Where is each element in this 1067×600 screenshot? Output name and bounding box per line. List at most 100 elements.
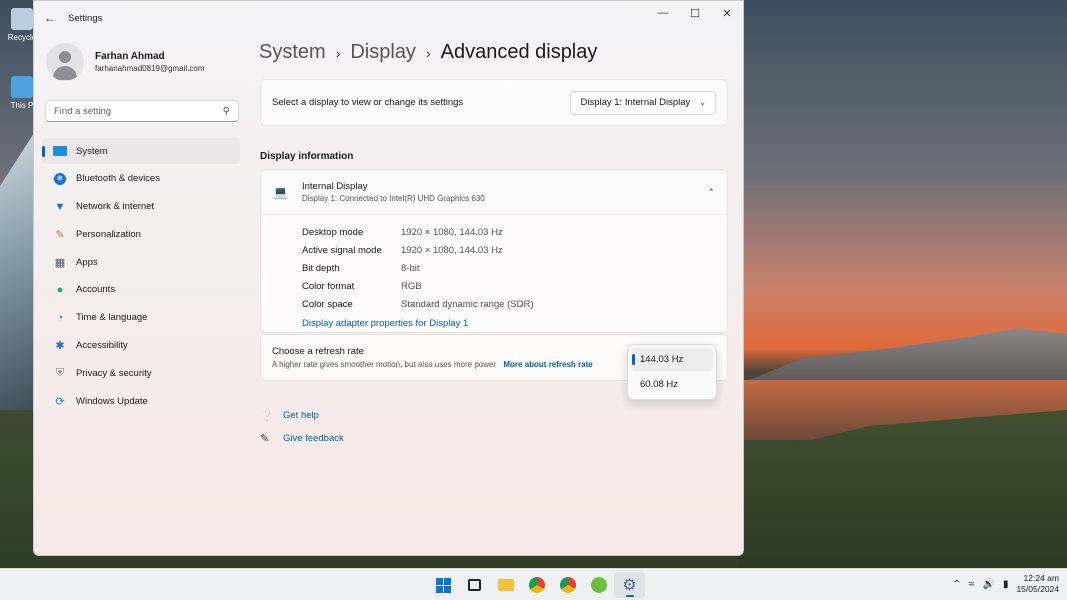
chevron-up-icon[interactable]: ⌃ — [953, 579, 961, 590]
sidebar-item-label: Apps — [76, 256, 98, 268]
sidebar-item-personalization[interactable]: ✎ Personalization — [42, 221, 240, 247]
chevron-up-icon[interactable]: ⌃ — [707, 187, 715, 198]
display-info-rows: Desktop mode 1920 × 1080, 144.03 Hz Acti… — [261, 215, 727, 331]
task-view-button[interactable] — [459, 572, 490, 598]
display-adapter-link[interactable]: Display adapter properties for Display 1 — [302, 318, 468, 329]
monitor-icon — [53, 144, 67, 158]
profile-email: farhanahmad0819@gmail.com — [95, 64, 205, 73]
desktop-icon-label: Recycle — [7, 33, 37, 42]
chrome-icon — [559, 577, 576, 593]
bluetooth-icon: ❄ — [53, 172, 67, 186]
person-icon: ● — [56, 283, 64, 296]
info-value: Standard dynamic range (SDR) — [401, 298, 534, 310]
info-value: RGB — [401, 280, 422, 292]
wifi-icon[interactable]: ≈ — [969, 579, 975, 590]
chrome-icon — [528, 577, 545, 593]
chevron-down-icon: ⌄ — [699, 98, 706, 107]
chevron-right-icon: › — [335, 45, 341, 61]
clock-date: 15/05/2024 — [1016, 584, 1059, 594]
feedback-icon: ✎ — [260, 433, 270, 445]
taskbar: ⚙ ⌃ ≈ 🔊 ▮ 12:24 am 15/05/2024 — [0, 568, 1067, 600]
maximize-icon: ☐ — [690, 7, 700, 20]
device-connection: Display 1: Connected to Intel(R) UHD Gra… — [302, 194, 485, 203]
sidebar-item-label: Windows Update — [76, 395, 148, 407]
breadcrumb-system[interactable]: System — [259, 41, 326, 64]
settings-taskbar-button[interactable]: ⚙ — [614, 572, 645, 598]
info-row: Active signal mode 1920 × 1080, 144.03 H… — [302, 241, 727, 259]
volume-icon[interactable]: 🔊 — [982, 579, 994, 590]
search-icon[interactable]: ⚲ — [223, 106, 230, 117]
taskbar-apps: ⚙ — [428, 572, 645, 598]
display-select-card: Select a display to view or change its s… — [260, 79, 728, 126]
sidebar-item-apps[interactable]: ▦ Apps — [42, 249, 240, 275]
info-value: 8-bit — [401, 262, 420, 274]
more-about-refresh-rate-link[interactable]: More about refresh rate — [503, 360, 592, 369]
sidebar-item-label: Network & internet — [76, 201, 155, 213]
clock-time: 12:24 am — [1023, 573, 1059, 583]
settings-window: ← Settings — ☐ ✕ Farhan Ahmad farhanahma… — [33, 0, 744, 556]
sidebar-item-time-language[interactable]: ◔ Time & language — [42, 305, 240, 331]
search-input[interactable] — [54, 105, 223, 117]
refresh-rate-option[interactable]: 60.08 Hz — [631, 373, 713, 396]
maximize-button[interactable]: ☐ — [679, 1, 711, 25]
info-key: Color space — [302, 298, 353, 310]
sidebar-item-bluetooth[interactable]: ❄ Bluetooth & devices — [42, 166, 240, 192]
system-tray: ⌃ ≈ 🔊 ▮ 12:24 am 15/05/2024 — [953, 573, 1059, 595]
close-button[interactable]: ✕ — [711, 1, 743, 25]
window-title: Settings — [68, 12, 103, 24]
chrome-button[interactable] — [521, 572, 552, 598]
give-feedback-link[interactable]: ✎ Give feedback — [260, 427, 344, 450]
sidebar-item-label: Bluetooth & devices — [76, 173, 160, 185]
utorrent-icon — [590, 577, 607, 593]
accessibility-icon: ✱ — [55, 340, 65, 353]
breadcrumb-display[interactable]: Display — [350, 41, 416, 64]
user-profile[interactable]: Farhan Ahmad farhanahmad0819@gmail.com — [46, 43, 205, 81]
minimize-icon: — — [657, 7, 669, 19]
sidebar-item-label: Time & language — [76, 312, 148, 324]
minimize-button[interactable]: — — [647, 1, 679, 25]
sidebar-item-system[interactable]: System — [42, 138, 240, 164]
info-key: Bit depth — [302, 262, 340, 274]
page-title: Advanced display — [440, 41, 598, 63]
display-info-header[interactable]: 💻 Internal Display Display 1: Connected … — [261, 170, 727, 215]
chrome-button-2[interactable] — [552, 572, 583, 598]
info-row: Color format RGB — [302, 277, 727, 295]
sidebar-item-accessibility[interactable]: ✱ Accessibility — [42, 333, 240, 359]
title-bar: ← Settings — ☐ ✕ — [34, 1, 743, 35]
computer-icon — [11, 76, 33, 98]
refresh-rate-option[interactable]: 144.03 Hz — [631, 348, 713, 371]
breadcrumb: System › Display › Advanced display — [259, 41, 597, 64]
info-row: Color space Standard dynamic range (SDR) — [302, 295, 727, 313]
get-help-label: Get help — [283, 410, 319, 421]
info-key: Active signal mode — [302, 244, 382, 256]
wallpaper-mountain-right — [737, 328, 1067, 385]
laptop-icon: 💻 — [273, 185, 288, 199]
sidebar-item-label: Privacy & security — [76, 367, 152, 379]
clock[interactable]: 12:24 am 15/05/2024 — [1016, 573, 1059, 595]
info-value: 1920 × 1080, 144.03 Hz — [401, 226, 503, 238]
sidebar-item-network[interactable]: ▼ Network & internet — [42, 194, 240, 220]
folder-icon — [497, 579, 514, 591]
update-icon: ⟳ — [55, 395, 65, 408]
apps-icon: ▦ — [54, 256, 66, 269]
brush-icon: ✎ — [55, 228, 65, 241]
avatar — [46, 43, 84, 81]
display-dropdown[interactable]: Display 1: Internal Display ⌄ — [570, 90, 716, 115]
windows-logo-icon — [436, 577, 451, 593]
start-button[interactable] — [428, 572, 459, 598]
sidebar-item-privacy[interactable]: ⛨ Privacy & security — [42, 360, 240, 386]
back-button[interactable]: ← — [34, 1, 66, 35]
file-explorer-button[interactable] — [490, 572, 521, 598]
utorrent-button[interactable] — [583, 572, 614, 598]
battery-icon[interactable]: ▮ — [1003, 579, 1009, 590]
info-row: Desktop mode 1920 × 1080, 144.03 Hz — [302, 223, 727, 241]
sidebar-item-accounts[interactable]: ● Accounts — [42, 277, 240, 303]
sidebar-item-label: System — [76, 145, 108, 157]
info-value: 1920 × 1080, 144.03 Hz — [401, 244, 503, 256]
profile-name: Farhan Ahmad — [95, 51, 165, 62]
chevron-right-icon: › — [425, 45, 431, 61]
sidebar-item-windows-update[interactable]: ⟳ Windows Update — [42, 388, 240, 414]
display-select-label: Select a display to view or change its s… — [272, 97, 464, 108]
arrow-left-icon: ← — [44, 11, 56, 25]
get-help-link[interactable]: ❔ Get help — [260, 404, 344, 427]
